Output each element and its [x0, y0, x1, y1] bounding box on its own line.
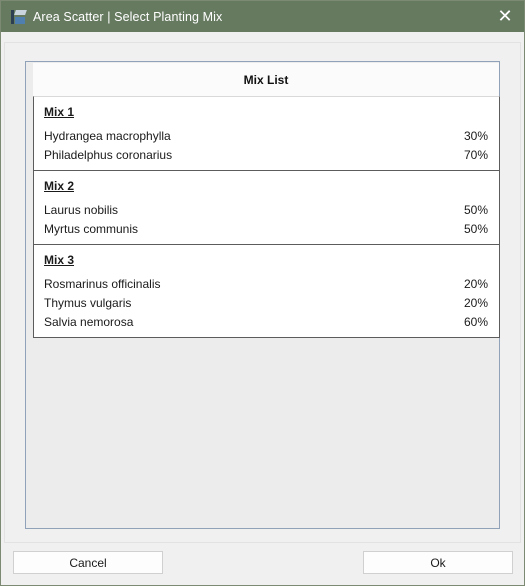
- plant-row: Hydrangea macrophylla 30%: [44, 126, 489, 145]
- mix-title: Mix 2: [44, 179, 75, 193]
- mix-card-2[interactable]: Mix 2 Laurus nobilis 50% Myrtus communis…: [33, 171, 500, 245]
- plant-percent: 30%: [463, 128, 488, 143]
- plant-name: Thymus vulgaris: [44, 295, 132, 310]
- plant-percent: 20%: [463, 295, 488, 310]
- mix-title: Mix 1: [44, 105, 75, 119]
- plant-percent: 50%: [463, 202, 488, 217]
- plant-name: Myrtus communis: [44, 221, 139, 236]
- mix-card-3[interactable]: Mix 3 Rosmarinus officinalis 20% Thymus …: [33, 245, 500, 338]
- window-title: Area Scatter | Select Planting Mix: [33, 9, 223, 24]
- mix-list: Mix 1 Hydrangea macrophylla 30% Philadel…: [33, 96, 500, 338]
- mix-list-panel[interactable]: Mix List Mix 1 Hydrangea macrophylla 30%…: [25, 61, 500, 529]
- plant-name: Hydrangea macrophylla: [44, 128, 171, 143]
- plant-row: Myrtus communis 50%: [44, 219, 489, 238]
- plant-row: Rosmarinus officinalis 20%: [44, 274, 489, 293]
- cancel-button[interactable]: Cancel: [13, 551, 163, 574]
- ok-button[interactable]: Ok: [363, 551, 513, 574]
- plant-row: Laurus nobilis 50%: [44, 200, 489, 219]
- plant-row: Thymus vulgaris 20%: [44, 293, 489, 312]
- plant-name: Philadelphus coronarius: [44, 147, 173, 162]
- plant-name: Salvia nemorosa: [44, 314, 134, 329]
- mix-list-header: Mix List: [33, 63, 499, 97]
- close-icon[interactable]: ✕: [490, 3, 520, 30]
- title-bar[interactable]: Area Scatter | Select Planting Mix ✕: [1, 1, 524, 32]
- plant-row: Philadelphus coronarius 70%: [44, 145, 489, 164]
- plant-name: Rosmarinus officinalis: [44, 276, 161, 291]
- plant-percent: 60%: [463, 314, 488, 329]
- mix-card-1[interactable]: Mix 1 Hydrangea macrophylla 30% Philadel…: [33, 96, 500, 171]
- mix-title: Mix 3: [44, 253, 75, 267]
- plant-name: Laurus nobilis: [44, 202, 119, 217]
- plant-percent: 70%: [463, 147, 488, 162]
- plant-row: Salvia nemorosa 60%: [44, 312, 489, 331]
- dialog-window: Area Scatter | Select Planting Mix ✕ Mix…: [0, 0, 525, 586]
- plant-percent: 50%: [463, 221, 488, 236]
- plant-percent: 20%: [463, 276, 488, 291]
- app-icon: [11, 9, 27, 25]
